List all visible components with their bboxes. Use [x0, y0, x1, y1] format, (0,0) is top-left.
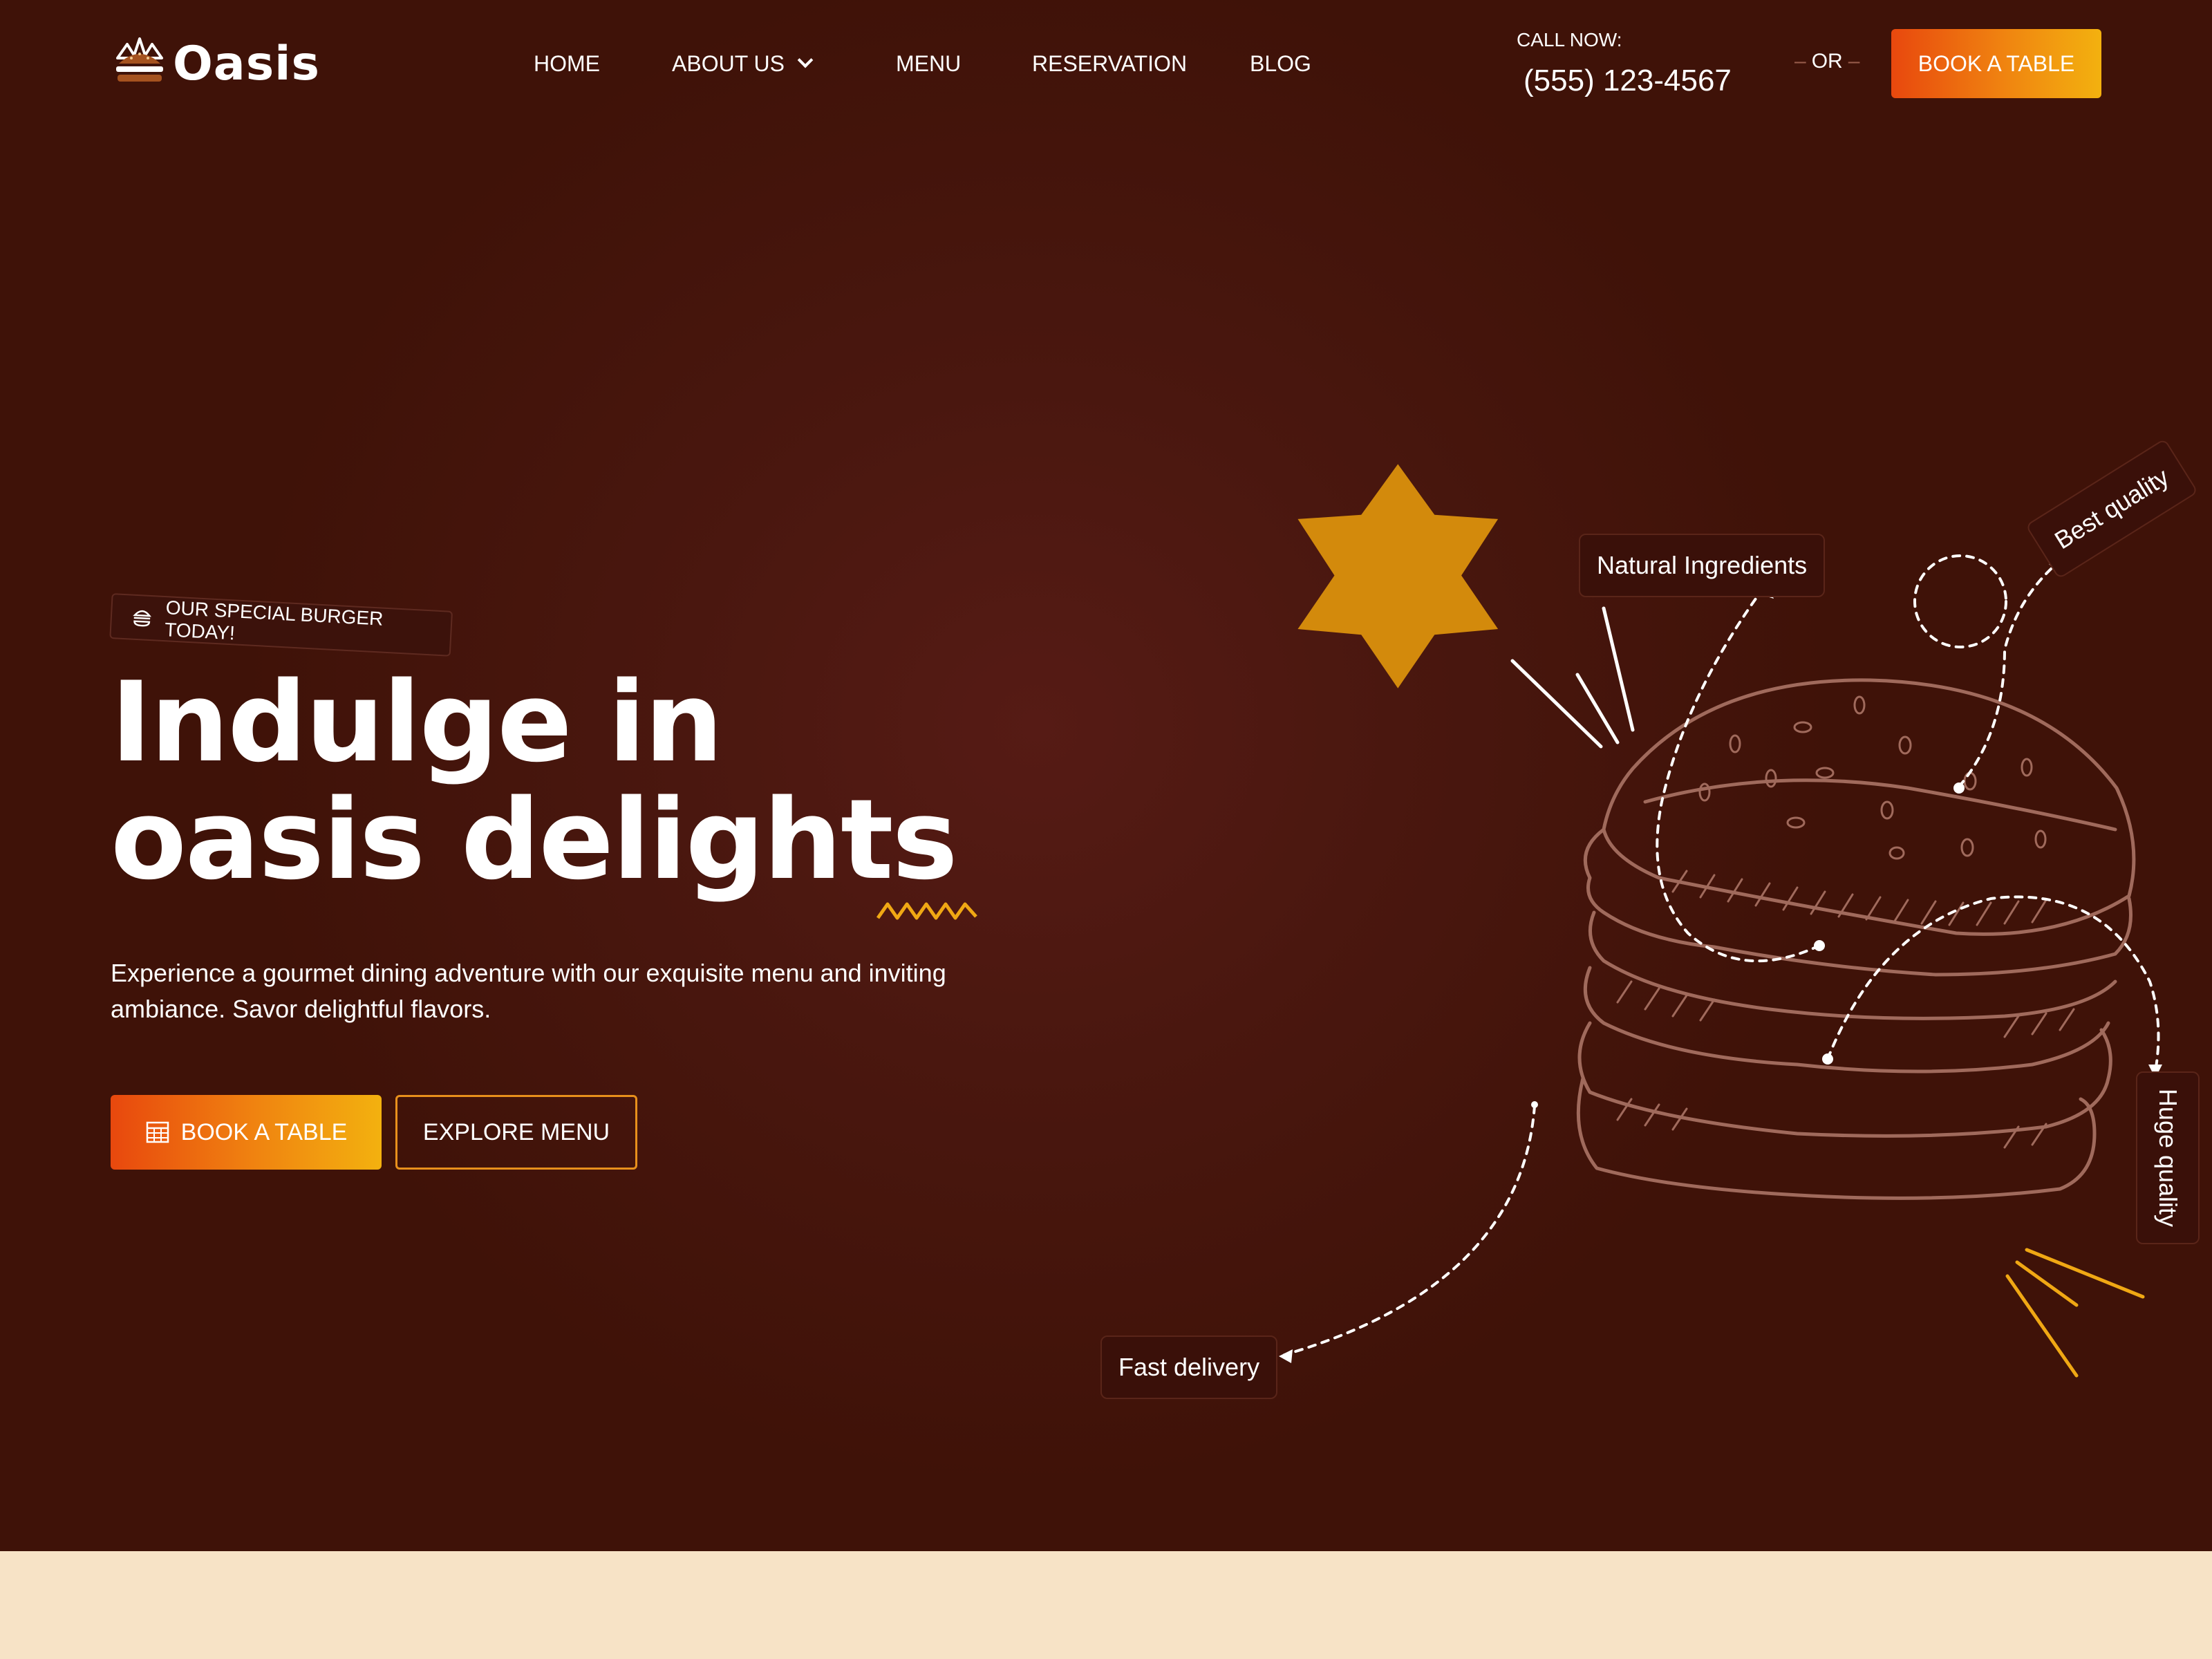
star-decoration — [1297, 464, 1499, 688]
connector-arrowheads — [1279, 559, 2162, 1363]
feature-huge-quality: Huge quality — [2136, 1071, 2200, 1244]
next-section-band — [0, 1551, 2212, 1659]
dashed-connectors — [1283, 554, 2160, 1356]
burst-lines-white — [1510, 606, 1635, 749]
feature-huge-quality-label: Huge quality — [2154, 1088, 2183, 1228]
burger-illustration — [1279, 464, 2162, 1378]
feature-fast-delivery: Fast delivery — [1100, 1335, 1278, 1399]
hero-section: Oasis HOME ABOUT US MENU RESERVATION BLO… — [0, 0, 2212, 1551]
feature-natural-ingredients: Natural Ingredients — [1579, 534, 1826, 597]
burger-sketch — [1576, 678, 2136, 1200]
burst-lines-yellow — [2005, 1248, 2145, 1378]
